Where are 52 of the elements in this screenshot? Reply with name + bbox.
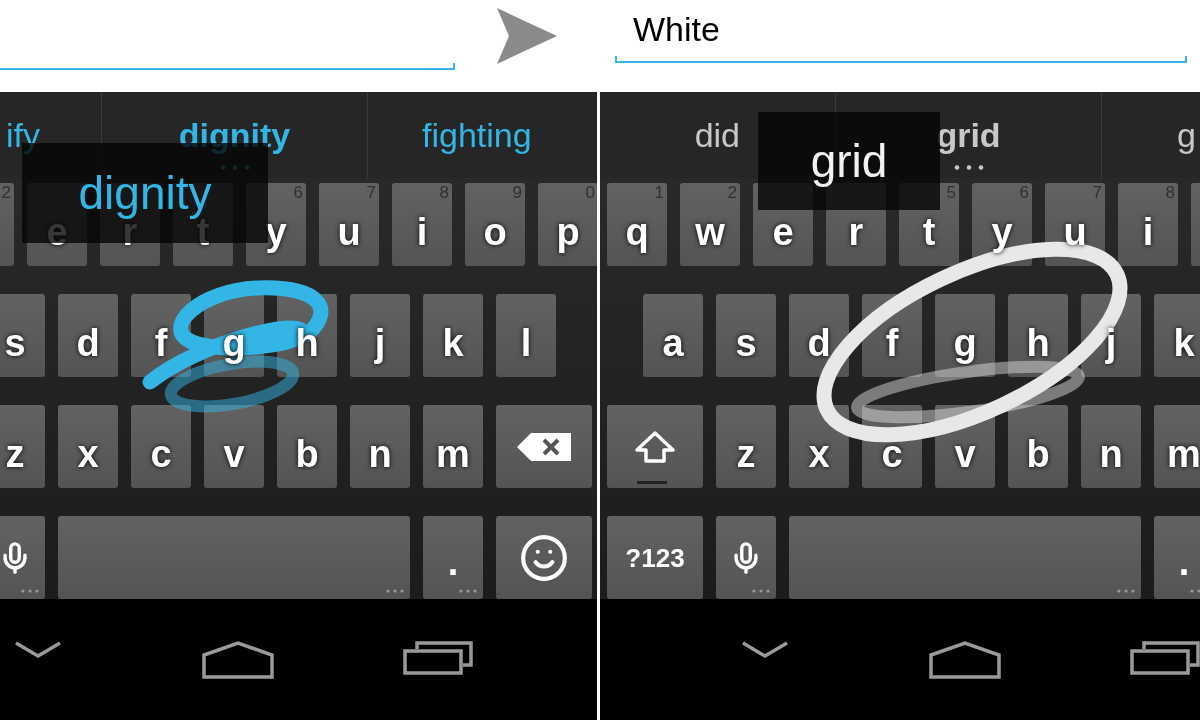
key[interactable]: d	[58, 294, 118, 377]
send-icon[interactable]	[497, 8, 557, 64]
key[interactable]: a	[643, 294, 703, 377]
key[interactable]: s	[0, 294, 45, 377]
shift-icon	[633, 429, 677, 464]
emoji-key[interactable]	[496, 516, 592, 599]
key[interactable]: n	[350, 405, 410, 488]
more-suggestions-icon[interactable]	[954, 165, 984, 170]
back-icon[interactable]	[741, 640, 789, 659]
key[interactable]: v	[204, 405, 264, 488]
back-icon[interactable]	[14, 640, 62, 659]
key[interactable]: z	[0, 405, 45, 488]
shift-indicator	[637, 481, 667, 484]
suggestion[interactable]: fighting	[422, 118, 532, 152]
key[interactable]: k	[423, 294, 483, 377]
recent-apps-icon[interactable]	[1130, 640, 1200, 675]
key[interactable]: x	[789, 405, 849, 488]
microphone-key[interactable]	[0, 516, 45, 599]
suggestion[interactable]: g	[1177, 118, 1196, 152]
key[interactable]: m	[423, 405, 483, 488]
more-icon	[459, 589, 477, 593]
key[interactable]: b	[277, 405, 337, 488]
smiley-icon	[519, 532, 569, 583]
backspace-key[interactable]	[496, 405, 592, 488]
key[interactable]: m	[1154, 405, 1200, 488]
word-preview-tooltip: grid	[758, 112, 940, 210]
text-field[interactable]: White	[615, 0, 1187, 63]
key[interactable]: .	[1154, 516, 1200, 599]
key[interactable]: z	[716, 405, 776, 488]
home-icon[interactable]	[200, 640, 276, 679]
home-icon[interactable]	[927, 640, 1003, 679]
key[interactable]: j	[350, 294, 410, 377]
key[interactable]: h	[1008, 294, 1068, 377]
more-icon	[1117, 589, 1135, 593]
key[interactable]: g	[935, 294, 995, 377]
key[interactable]: c	[131, 405, 191, 488]
key[interactable]: s	[716, 294, 776, 377]
more-icon	[386, 589, 404, 593]
more-icon	[21, 589, 39, 593]
shift-key[interactable]	[607, 405, 703, 488]
recent-apps-icon[interactable]	[403, 640, 473, 675]
key[interactable]: l	[496, 294, 556, 377]
key[interactable]: b	[1008, 405, 1068, 488]
key[interactable]: .	[423, 516, 483, 599]
key[interactable]: x	[58, 405, 118, 488]
key[interactable]: n	[1081, 405, 1141, 488]
microphone-key[interactable]	[716, 516, 776, 599]
suggestion[interactable]: did	[694, 118, 740, 152]
key[interactable]: k	[1154, 294, 1200, 377]
backspace-icon	[517, 432, 571, 461]
more-icon	[752, 589, 770, 593]
symbols-key[interactable]: ?123	[607, 516, 703, 599]
